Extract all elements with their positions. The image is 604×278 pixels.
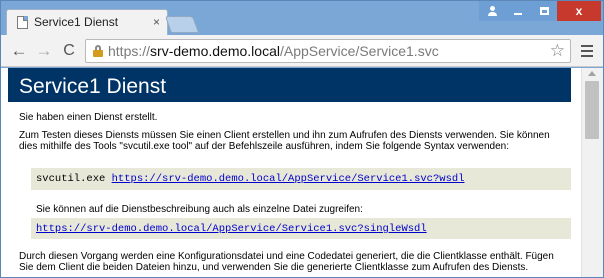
maximize-button[interactable] <box>531 1 557 21</box>
tab-close-icon[interactable]: × <box>153 15 160 29</box>
url-host: srv-demo.demo.local <box>150 43 280 59</box>
test-instructions-line1: Zum Testen dieses Diensts müssen Sie ein… <box>19 130 550 141</box>
description-text: Sie können auf die Dienstbeschreibung au… <box>36 204 363 215</box>
user-icon <box>487 6 497 16</box>
close-window-button[interactable]: x <box>557 1 601 21</box>
page-content: Service1 Dienst Sie haben einen Dienst e… <box>1 68 581 277</box>
tab-title: Service1 Dienst <box>34 15 119 29</box>
address-bar[interactable]: https://srv-demo.demo.local/AppService/S… <box>85 39 571 63</box>
scroll-thumb[interactable] <box>585 81 599 139</box>
generation-text-line2: Sie dem Client die beiden Dateien hinzu,… <box>19 262 529 273</box>
scroll-up-arrow-icon[interactable] <box>588 71 596 76</box>
single-wsdl-link[interactable]: https://srv-demo.demo.local/AppService/S… <box>36 223 427 235</box>
page-icon <box>17 16 28 29</box>
generation-text-line1: Durch diesen Vorgang werden eine Konfigu… <box>19 251 554 262</box>
new-tab-button[interactable] <box>164 16 200 33</box>
forward-button[interactable]: → <box>34 41 54 61</box>
tab-strip: Service1 Dienst × x <box>1 1 603 35</box>
url-path: /AppService/Service1.svc <box>279 43 439 59</box>
url-text[interactable]: https://srv-demo.demo.local/AppService/S… <box>108 43 439 59</box>
test-instructions-line2: dies mithilfe des Tools "svcutil.exe too… <box>19 141 509 152</box>
back-button[interactable]: ← <box>9 41 29 61</box>
intro-text: Sie haben einen Dienst erstellt. <box>19 112 158 123</box>
vertical-scrollbar[interactable] <box>581 68 603 277</box>
maximize-icon <box>539 7 549 15</box>
browser-toolbar: ← → C https://srv-demo.demo.local/AppSer… <box>1 35 603 67</box>
tab-service1[interactable]: Service1 Dienst × <box>6 9 168 35</box>
single-wsdl-box: https://srv-demo.demo.local/AppService/S… <box>31 218 571 239</box>
lock-icon[interactable] <box>93 45 103 57</box>
close-icon: x <box>575 4 583 18</box>
window-controls: x <box>479 1 601 21</box>
browser-window: Service1 Dienst × x ← → C https://srv-de… <box>0 0 604 278</box>
minimize-icon <box>514 13 522 15</box>
reload-button[interactable]: C <box>59 41 79 61</box>
bookmark-star-icon[interactable]: ☆ <box>550 41 565 61</box>
url-scheme: https:// <box>108 43 151 59</box>
svcutil-command: svcutil.exe https://srv-demo.demo.local/… <box>36 173 464 185</box>
menu-icon <box>581 45 593 47</box>
page-viewport: Service1 Dienst Sie haben einen Dienst e… <box>1 68 603 277</box>
wsdl-link[interactable]: https://srv-demo.demo.local/AppService/S… <box>112 173 465 185</box>
svcutil-command-box: svcutil.exe https://srv-demo.demo.local/… <box>31 168 571 190</box>
heading-band: Service1 Dienst <box>8 68 571 102</box>
minimize-button[interactable] <box>505 1 531 21</box>
svcutil-prefix: svcutil.exe <box>36 173 112 185</box>
user-profile-button[interactable] <box>479 1 505 21</box>
page-title: Service1 Dienst <box>19 75 167 98</box>
menu-button[interactable] <box>581 45 593 57</box>
